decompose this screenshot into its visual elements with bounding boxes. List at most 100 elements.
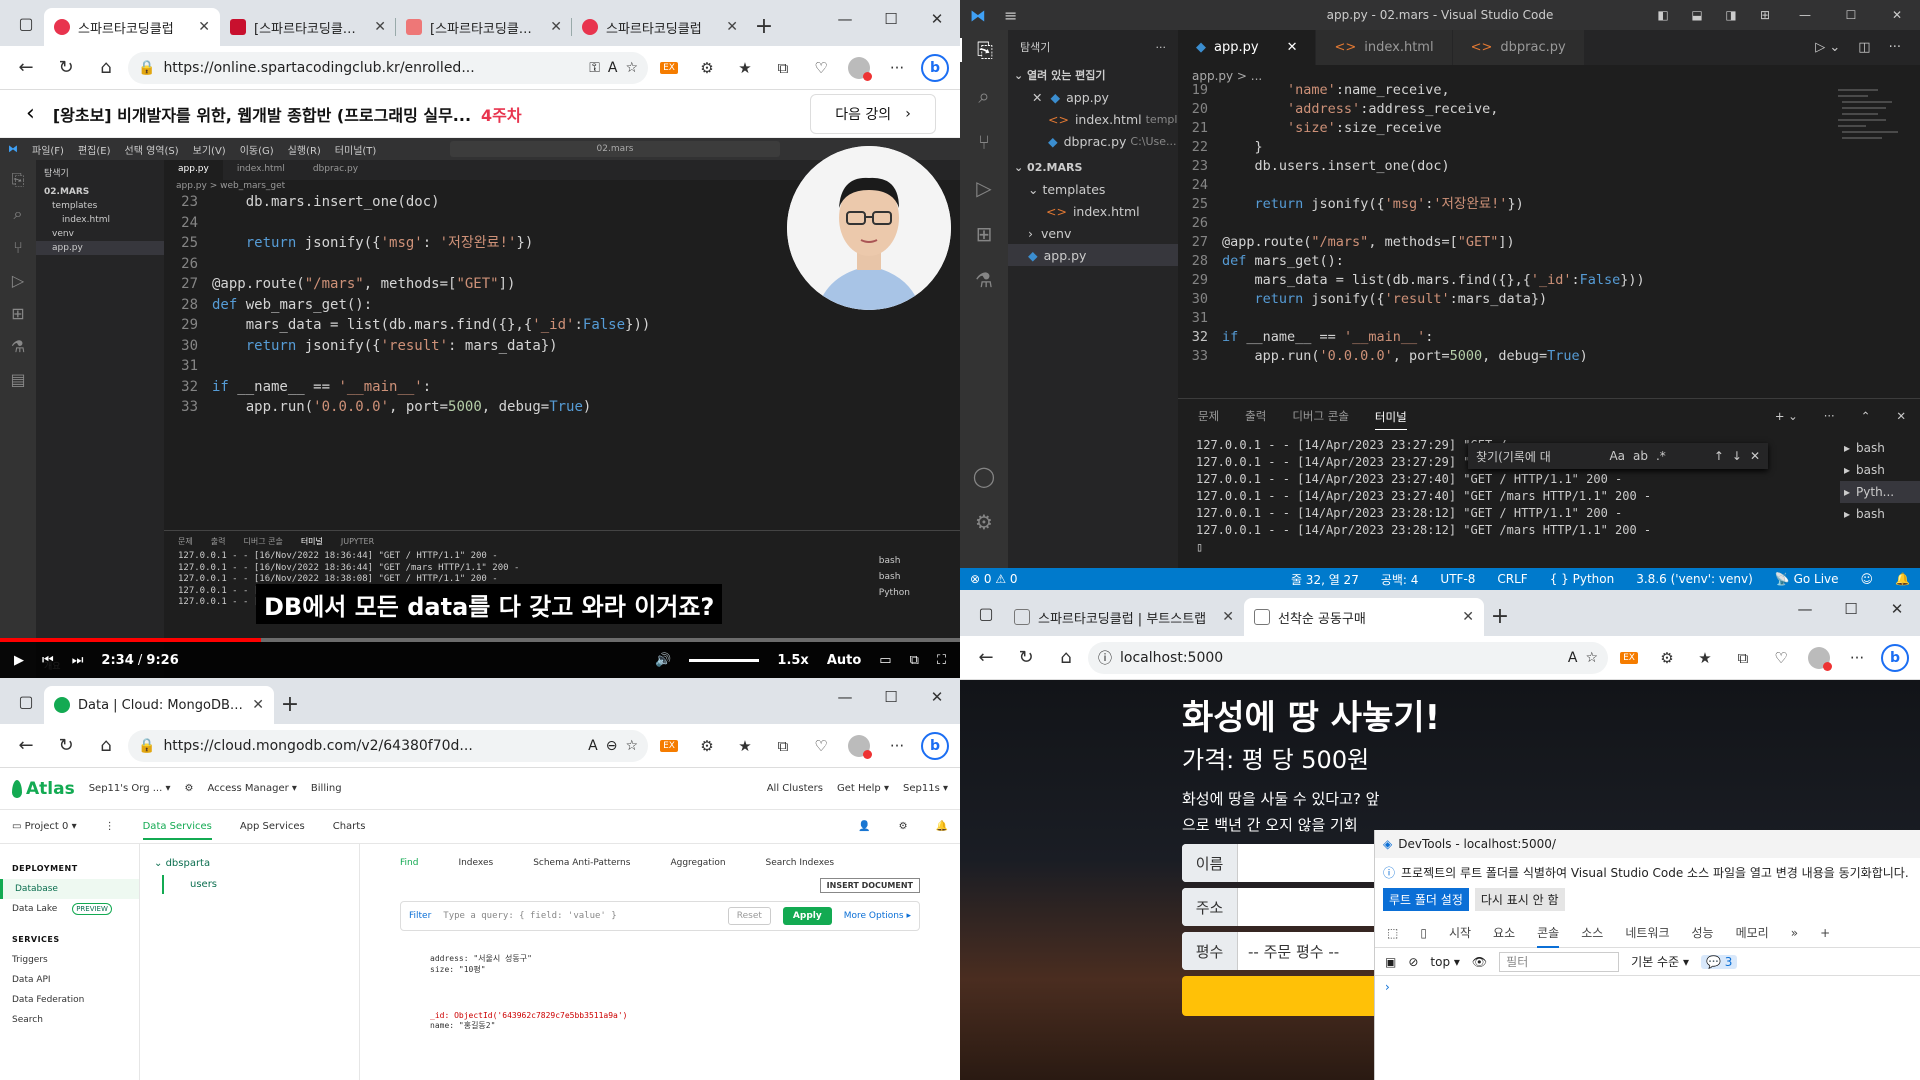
- profile-avatar[interactable]: [842, 730, 876, 762]
- minimize-icon[interactable]: —: [822, 678, 868, 716]
- sidebar-item-data-lake[interactable]: Data Lake PREVIEW: [0, 899, 139, 919]
- devtools-tab[interactable]: 소스: [1581, 924, 1603, 941]
- devtools-tab[interactable]: 시작: [1449, 924, 1471, 941]
- eye-icon[interactable]: 👁: [1472, 955, 1487, 969]
- context-selector[interactable]: top ▾: [1430, 955, 1460, 969]
- gear-icon[interactable]: ⚙: [185, 783, 194, 794]
- devtools-tab[interactable]: 메모리: [1736, 924, 1769, 941]
- maximize-icon[interactable]: ☐: [868, 0, 914, 38]
- more-icon[interactable]: ···: [1889, 40, 1901, 55]
- tab-indexes[interactable]: Indexes: [458, 858, 493, 878]
- atlas-logo[interactable]: Atlas: [12, 779, 75, 799]
- back-chevron-icon[interactable]: ‹: [26, 101, 35, 126]
- flask-icon[interactable]: ⚗: [975, 268, 993, 292]
- address-field[interactable]: 주소: [1182, 888, 1382, 926]
- get-help-menu[interactable]: Get Help ▾: [837, 783, 889, 794]
- project-selector[interactable]: ▭ Project 0 ▾: [12, 821, 77, 832]
- volume-icon[interactable]: 🔊: [655, 653, 671, 668]
- arrow-down-icon[interactable]: ↓: [1732, 449, 1742, 463]
- back-icon[interactable]: ←: [968, 642, 1004, 674]
- toggle-secondary-icon[interactable]: ◨: [1714, 0, 1748, 30]
- query-input[interactable]: Type a query: { field: 'value' }: [443, 911, 715, 921]
- extensions-icon[interactable]: ⚙: [690, 52, 724, 84]
- home-icon[interactable]: ⌂: [88, 52, 124, 84]
- extensions-icon[interactable]: ⚙: [1650, 642, 1684, 674]
- tab-data-services[interactable]: Data Services: [142, 821, 212, 840]
- maximize-icon[interactable]: ☐: [868, 678, 914, 716]
- activity-icon[interactable]: ⚙: [899, 821, 908, 832]
- close-icon[interactable]: ✕: [252, 697, 264, 713]
- clear-console-icon[interactable]: ⊘: [1408, 955, 1418, 969]
- sidebar-item-triggers[interactable]: Triggers: [0, 950, 139, 970]
- favorites-icon[interactable]: ★: [1688, 642, 1722, 674]
- close-icon[interactable]: ✕: [1896, 409, 1906, 423]
- log-level-selector[interactable]: 기본 수준 ▾: [1631, 953, 1689, 970]
- tab-charts[interactable]: Charts: [333, 821, 366, 832]
- console-filter-input[interactable]: 필터: [1499, 951, 1620, 972]
- order-button[interactable]: [1182, 976, 1382, 1016]
- volume-slider[interactable]: [689, 658, 760, 662]
- set-root-folder-button[interactable]: 루트 폴더 설정: [1383, 887, 1469, 911]
- python-interpreter[interactable]: 3.8.6 ('venv': venv): [1636, 572, 1753, 586]
- profile-avatar[interactable]: [1802, 642, 1836, 674]
- arrow-up-icon[interactable]: ↑: [1714, 449, 1724, 463]
- home-icon[interactable]: ⌂: [88, 730, 124, 762]
- panel-tab-terminal[interactable]: 터미널: [1374, 409, 1407, 430]
- bell-icon[interactable]: 🔔: [1895, 572, 1910, 586]
- folder-header[interactable]: ⌄ 02.MARS: [1008, 156, 1178, 178]
- name-field[interactable]: 이름: [1182, 844, 1382, 882]
- db-item[interactable]: ⌄ dbsparta: [140, 844, 359, 875]
- close-icon[interactable]: ✕: [1222, 609, 1234, 625]
- back-icon[interactable]: ←: [8, 730, 44, 762]
- bing-icon[interactable]: b: [918, 52, 952, 84]
- org-selector[interactable]: Sep11's Org ... ▾: [89, 783, 171, 794]
- home-icon[interactable]: ⌂: [1048, 642, 1084, 674]
- editor-tab[interactable]: <> index.html: [1316, 30, 1453, 65]
- previous-icon[interactable]: ⏮: [42, 653, 54, 668]
- browser-tab[interactable]: [스파르타코딩클럽] 웹개발 종합반 ✕: [396, 8, 572, 46]
- match-case-icon[interactable]: Aa: [1609, 449, 1625, 463]
- quality-setting[interactable]: Auto: [827, 653, 861, 668]
- profile-avatar[interactable]: [842, 52, 876, 84]
- collections-icon[interactable]: ⧉: [766, 730, 800, 762]
- find-input[interactable]: 찾기(기록에 대: [1476, 448, 1601, 465]
- collections-icon[interactable]: ⧉: [1726, 642, 1760, 674]
- new-tab-button[interactable]: +: [274, 688, 306, 720]
- browser-essentials-icon[interactable]: ♡: [804, 52, 838, 84]
- maximize-icon[interactable]: ☐: [1828, 590, 1874, 628]
- open-editors-header[interactable]: ⌄ 열려 있는 편집기: [1008, 64, 1178, 86]
- terminal-instance[interactable]: ▸ bash: [1840, 459, 1920, 481]
- fullscreen-icon[interactable]: ⛶: [937, 653, 946, 668]
- collection-item[interactable]: users: [162, 875, 359, 894]
- inspect-icon[interactable]: ⬚: [1387, 926, 1398, 940]
- play-icon[interactable]: ▶: [14, 653, 24, 668]
- indentation[interactable]: 공백: 4: [1381, 571, 1419, 588]
- go-live-button[interactable]: 📡 Go Live: [1775, 572, 1839, 586]
- maximize-panel-icon[interactable]: ⌃: [1861, 409, 1871, 423]
- tab-actions-icon[interactable]: ▢: [968, 595, 1004, 631]
- editor-tab[interactable]: ◆ app.py ✕: [1178, 30, 1317, 65]
- read-aloud-icon[interactable]: A: [608, 60, 618, 76]
- open-editor-item[interactable]: ✕ ◆ app.py: [1008, 86, 1178, 108]
- tab-find[interactable]: Find: [400, 858, 418, 878]
- bing-icon[interactable]: b: [918, 730, 952, 762]
- more-icon[interactable]: ···: [1824, 409, 1835, 423]
- zoom-icon[interactable]: ⊖: [606, 738, 618, 754]
- devtools-tab-console[interactable]: 콘솔: [1537, 924, 1560, 948]
- sidebar-item-data-federation[interactable]: Data Federation: [0, 990, 139, 1010]
- favorite-icon[interactable]: ☆: [625, 738, 638, 754]
- editor-tab[interactable]: <> dbprac.py: [1452, 30, 1585, 65]
- favorites-icon[interactable]: ★: [728, 730, 762, 762]
- pip-icon[interactable]: ⧉: [910, 653, 919, 668]
- browser-tab[interactable]: 선착순 공동구매 ✕: [1244, 598, 1484, 636]
- more-icon[interactable]: ···: [880, 52, 914, 84]
- sidebar-item-data-api[interactable]: Data API: [0, 970, 139, 990]
- browser-tab[interactable]: 스파르타코딩클럽 ✕: [572, 8, 748, 46]
- add-tab-icon[interactable]: +: [1820, 926, 1830, 940]
- extension-icon[interactable]: EX: [1612, 642, 1646, 674]
- terminal-instance[interactable]: ▸ bash: [1840, 503, 1920, 525]
- file-item[interactable]: <> index.html: [1008, 200, 1178, 222]
- panel-tab-debug-console[interactable]: 디버그 콘솔: [1292, 408, 1349, 424]
- read-aloud-icon[interactable]: A: [588, 738, 598, 754]
- new-tab-button[interactable]: +: [1484, 600, 1516, 632]
